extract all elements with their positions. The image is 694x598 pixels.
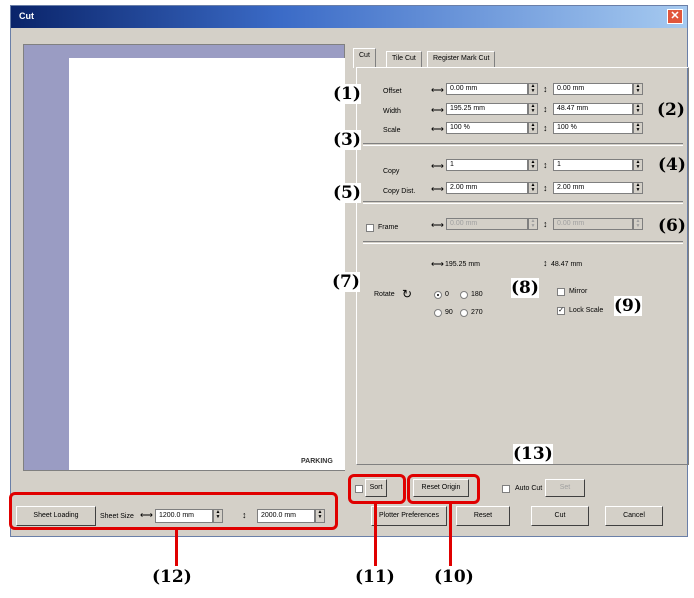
vertical-arrow-icon: ↕ — [543, 84, 548, 94]
leader-line-12 — [175, 530, 178, 566]
width-v-input[interactable]: 48.47 mm — [553, 103, 633, 115]
vertical-arrow-icon: ↕ — [543, 183, 548, 193]
auto-cut-checkbox[interactable] — [502, 485, 510, 493]
reset-button[interactable]: Reset — [456, 506, 510, 526]
tab-cut[interactable]: Cut — [353, 48, 376, 68]
offset-v-spinner[interactable]: ▲ ▼ — [633, 83, 643, 95]
rotate-label: Rotate — [374, 291, 395, 298]
horizontal-arrow-icon: ⟷ — [431, 105, 444, 115]
rotate-0-radio[interactable] — [434, 291, 442, 299]
copy-dist-label: Copy Dist. — [383, 188, 416, 195]
rotate-180-label: 180 — [471, 291, 483, 298]
horizontal-arrow-icon: ⟷ — [431, 184, 444, 194]
annotation-4: (4) — [658, 155, 686, 175]
cut-button[interactable]: Cut — [531, 506, 589, 526]
highlight-12 — [9, 492, 338, 530]
offset-h-spinner[interactable]: ▲ ▼ — [528, 83, 538, 95]
scale-v-spinner[interactable]: ▲ ▼ — [633, 122, 643, 134]
lock-scale-label: Lock Scale — [569, 307, 604, 314]
scale-label: Scale — [383, 127, 401, 134]
copy-dist-v-spinner[interactable]: ▲ ▼ — [633, 182, 643, 194]
copy-h-spinner[interactable]: ▲ ▼ — [528, 159, 538, 171]
annotation-11: (11) — [355, 567, 395, 587]
scale-h-input[interactable]: 100 % — [446, 122, 528, 134]
plotter-preferences-button[interactable]: Plotter Preferences — [371, 506, 447, 526]
frame-checkbox[interactable] — [366, 224, 374, 232]
annotation-1: (1) — [333, 84, 361, 104]
copy-dist-h-spinner[interactable]: ▲ ▼ — [528, 182, 538, 194]
annotation-7: (7) — [332, 272, 360, 292]
vertical-arrow-icon: ↕ — [543, 160, 548, 170]
annotation-5: (5) — [333, 183, 361, 203]
title-bar[interactable]: Cut ✕ — [11, 6, 687, 28]
rotate-icon: ↻ — [402, 287, 413, 301]
mirror-checkbox[interactable] — [557, 288, 565, 296]
preview-watermark: PARKING — [301, 458, 333, 465]
copy-dist-v-input[interactable]: 2.00 mm — [553, 182, 633, 194]
close-icon[interactable]: ✕ — [667, 9, 683, 24]
width-h-input[interactable]: 195.25 mm — [446, 103, 528, 115]
scale-v-input[interactable]: 100 % — [553, 122, 633, 134]
horizontal-arrow-icon: ⟷ — [431, 220, 444, 230]
offset-label: Offset — [383, 88, 402, 95]
size-readout-h: 195.25 mm — [445, 261, 481, 268]
annotation-9: (9) — [614, 296, 642, 316]
tab-register-mark-cut[interactable]: Register Mark Cut — [427, 51, 496, 67]
scale-h-spinner[interactable]: ▲ ▼ — [528, 122, 538, 134]
annotation-3: (3) — [333, 130, 361, 150]
copy-dist-h-input[interactable]: 2.00 mm — [446, 182, 528, 194]
offset-v-input[interactable]: 0.00 mm — [553, 83, 633, 95]
vertical-arrow-icon: ↕ — [543, 123, 548, 133]
divider — [363, 241, 683, 244]
preview-sheet[interactable] — [69, 58, 345, 470]
horizontal-arrow-icon: ⟷ — [431, 259, 444, 269]
frame-label: Frame — [378, 224, 399, 231]
vertical-arrow-icon: ↕ — [543, 258, 548, 268]
divider — [363, 201, 683, 204]
copy-label: Copy — [383, 168, 400, 175]
rotate-90-label: 90 — [445, 309, 453, 316]
annotation-12: (12) — [152, 567, 192, 587]
cancel-button[interactable]: Cancel — [605, 506, 663, 526]
vertical-arrow-icon: ↕ — [543, 219, 548, 229]
frame-v-input[interactable]: 0.00 mm — [553, 218, 633, 230]
copy-h-input[interactable]: 1 — [446, 159, 528, 171]
width-v-spinner[interactable]: ▲ ▼ — [633, 103, 643, 115]
width-h-spinner[interactable]: ▲ ▼ — [528, 103, 538, 115]
frame-h-spinner[interactable]: ▲ ▼ — [528, 218, 538, 230]
rotate-90-radio[interactable] — [434, 309, 442, 317]
horizontal-arrow-icon: ⟷ — [431, 85, 444, 95]
auto-cut-set-button[interactable]: Set — [545, 479, 585, 497]
window-title: Cut — [19, 11, 34, 21]
copy-v-spinner[interactable]: ▲ ▼ — [633, 159, 643, 171]
annotation-13: (13) — [513, 444, 553, 464]
size-readout-v: 48.47 mm — [551, 261, 583, 268]
width-label: Width — [383, 108, 401, 115]
tab-tile-cut[interactable]: Tile Cut — [386, 51, 422, 67]
annotation-6: (6) — [658, 216, 686, 236]
horizontal-arrow-icon: ⟷ — [431, 161, 444, 171]
frame-v-spinner[interactable]: ▲ ▼ — [633, 218, 643, 230]
vertical-arrow-icon: ↕ — [543, 104, 548, 114]
rotate-180-radio[interactable] — [460, 291, 468, 299]
mirror-label: Mirror — [569, 288, 588, 295]
leader-line-11 — [374, 504, 377, 566]
horizontal-arrow-icon: ⟷ — [431, 124, 444, 134]
annotation-10: (10) — [434, 567, 474, 587]
leader-line-10 — [449, 504, 452, 566]
annotation-2: (2) — [657, 100, 685, 120]
offset-h-input[interactable]: 0.00 mm — [446, 83, 528, 95]
copy-v-input[interactable]: 1 — [553, 159, 633, 171]
highlight-10 — [407, 474, 480, 504]
rotate-270-radio[interactable] — [460, 309, 468, 317]
rotate-270-label: 270 — [471, 309, 483, 316]
lock-scale-checkbox[interactable]: ✓ — [557, 307, 565, 315]
annotation-8: (8) — [511, 278, 539, 298]
divider — [363, 143, 683, 146]
highlight-11 — [348, 474, 406, 504]
frame-h-input[interactable]: 0.00 mm — [446, 218, 528, 230]
auto-cut-label: Auto Cut — [515, 485, 543, 492]
rotate-0-label: 0 — [445, 291, 449, 298]
